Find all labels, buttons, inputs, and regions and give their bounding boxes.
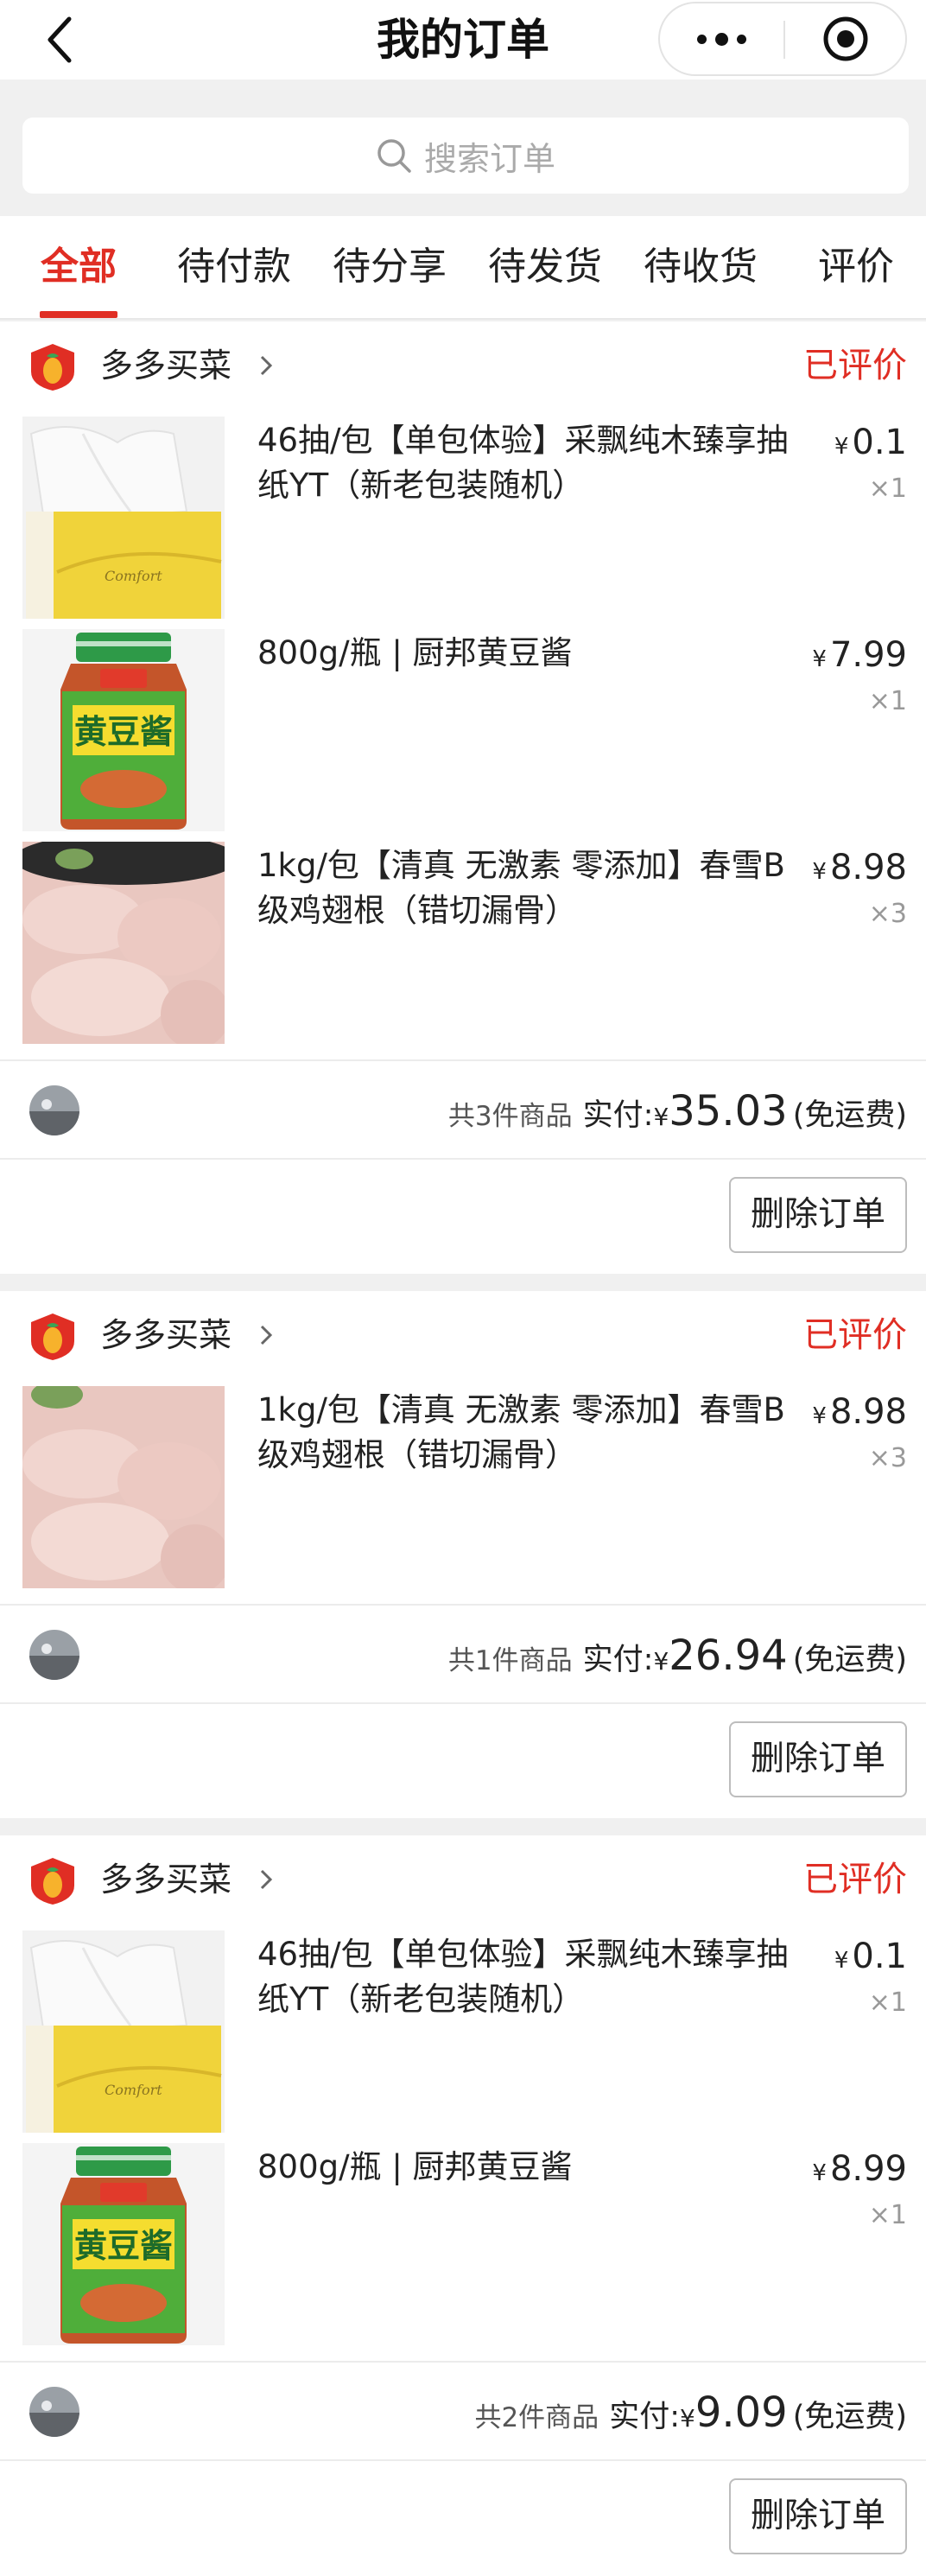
order-item[interactable]: 黄豆酱 800g/瓶 | 厨邦黄豆酱 ¥8.99 ×1 <box>0 2143 926 2356</box>
shop-header[interactable]: 多多买菜 已评价 <box>0 321 926 408</box>
active-tab-indicator <box>40 311 117 318</box>
order-item[interactable]: 1kg/包【清真 无激素 零添加】春雪B级鸡翅根（错切漏骨） ¥8.98 ×3 <box>0 1386 926 1599</box>
order-item[interactable]: Comfort 46抽/包【单包体验】采飘纯木臻享抽纸YT（新老包装随机） ¥0… <box>0 417 926 629</box>
order-item[interactable]: 1kg/包【清真 无激素 零添加】春雪B级鸡翅根（错切漏骨） ¥8.98 ×3 <box>0 842 926 1054</box>
svg-text:黄豆酱: 黄豆酱 <box>74 2227 173 2265</box>
chicken-product-image <box>22 842 225 1044</box>
chevron-right-icon <box>260 1325 273 1345</box>
search-input[interactable]: 搜索订单 <box>22 118 909 194</box>
item-price: ¥8.99 <box>812 2149 907 2189</box>
item-quantity: ×3 <box>868 1443 907 1473</box>
close-target-icon <box>823 16 867 61</box>
svg-text:黄豆酱: 黄豆酱 <box>74 713 173 751</box>
item-title: 800g/瓶 | 厨邦黄豆酱 <box>257 2148 573 2185</box>
delete-order-button[interactable]: 删除订单 <box>729 2478 907 2554</box>
soy-paste-product-image: 黄豆酱 <box>22 629 225 831</box>
item-count: 共2件商品 <box>474 2402 599 2433</box>
order-actions: 删除订单 <box>0 2459 926 2575</box>
paid-label: 实付: <box>582 1098 654 1133</box>
shop-name: 多多买菜 <box>100 1316 232 1354</box>
order-summary: 共2件商品 实付:¥9.09 (免运费) <box>0 2361 926 2459</box>
item-title: 1kg/包【清真 无激素 零添加】春雪B级鸡翅根（错切漏骨） <box>257 847 785 929</box>
search-icon <box>377 139 411 173</box>
more-dots-icon <box>697 32 746 46</box>
tab-pending-receipt[interactable]: 待收货 <box>632 216 769 318</box>
item-quantity: ×3 <box>868 899 907 929</box>
tab-all[interactable]: 全部 <box>26 216 131 318</box>
search-area: 搜索订单 <box>0 80 926 216</box>
item-price: ¥8.98 <box>812 848 907 887</box>
avatar <box>29 1630 79 1680</box>
item-count: 共1件商品 <box>447 1645 573 1676</box>
currency-symbol: ¥ <box>679 2404 695 2433</box>
order-item[interactable]: Comfort 46抽/包【单包体验】采飘纯木臻享抽纸YT（新老包装随机） ¥0… <box>0 1930 926 2143</box>
shop-logo-icon <box>31 344 74 391</box>
shop-header[interactable]: 多多买菜 已评价 <box>0 1835 926 1922</box>
shop-header[interactable]: 多多买菜 已评价 <box>0 1291 926 1377</box>
item-title: 1kg/包【清真 无激素 零添加】春雪B级鸡翅根（错切漏骨） <box>257 1391 785 1473</box>
tab-review[interactable]: 评价 <box>803 216 909 318</box>
tissue-product-image: Comfort <box>22 417 225 619</box>
item-title: 800g/瓶 | 厨邦黄豆酱 <box>257 634 573 671</box>
order-tabs: 全部 待付款 待分享 待发货 待收货 评价 <box>0 216 926 320</box>
chicken-product-image <box>22 1386 225 1588</box>
item-title: 46抽/包【单包体验】采飘纯木臻享抽纸YT（新老包装随机） <box>257 422 789 504</box>
item-quantity: ×1 <box>868 2200 907 2230</box>
shipping-note: (免运费) <box>792 1098 907 1133</box>
shipping-note: (免运费) <box>792 2400 907 2434</box>
order-status: 已评价 <box>803 1860 907 1899</box>
chevron-right-icon <box>260 355 273 376</box>
order-status: 已评价 <box>803 1315 907 1355</box>
shop-name: 多多买菜 <box>100 347 232 385</box>
tissue-product-image: Comfort <box>22 1930 225 2133</box>
shop-logo-icon <box>31 1858 74 1905</box>
svg-text:Comfort: Comfort <box>105 2082 162 2098</box>
order-card: 多多买菜 已评价 Comfort 46抽/包【单包体验】采飘纯木臻享抽纸YT（新… <box>0 321 926 1274</box>
order-status: 已评价 <box>803 346 907 385</box>
order-summary: 共1件商品 实付:¥26.94 (免运费) <box>0 1604 926 1702</box>
tab-pending-shipment[interactable]: 待发货 <box>477 216 613 318</box>
search-placeholder: 搜索订单 <box>423 139 555 178</box>
tab-pending-share[interactable]: 待分享 <box>321 216 458 318</box>
order-item[interactable]: 黄豆酱 800g/瓶 | 厨邦黄豆酱 ¥7.99 ×1 <box>0 629 926 842</box>
paid-amount: 9.09 <box>694 2388 788 2437</box>
currency-symbol: ¥ <box>653 1647 669 1676</box>
nav-bar: 我的订单 <box>0 0 926 80</box>
shipping-note: (免运费) <box>792 1643 907 1677</box>
avatar <box>29 2387 79 2437</box>
order-actions: 删除订单 <box>0 1158 926 1274</box>
soy-paste-product-image: 黄豆酱 <box>22 2143 225 2345</box>
item-price: ¥0.1 <box>834 1937 907 1976</box>
order-card: 多多买菜 已评价 Comfort 46抽/包【单包体验】采飘纯木臻享抽纸YT（新… <box>0 1835 926 2576</box>
item-count: 共3件商品 <box>447 1101 573 1132</box>
paid-label: 实付: <box>609 2400 680 2434</box>
close-button[interactable] <box>785 3 905 74</box>
item-quantity: ×1 <box>868 474 907 504</box>
avatar <box>29 1085 79 1135</box>
order-summary: 共3件商品 实付:¥35.03 (免运费) <box>0 1059 926 1158</box>
svg-text:Comfort: Comfort <box>105 568 162 584</box>
order-card: 多多买菜 已评价 1kg/包【清真 无激素 零添加】春雪B级鸡翅根（错切漏骨） … <box>0 1291 926 1818</box>
item-title: 46抽/包【单包体验】采飘纯木臻享抽纸YT（新老包装随机） <box>257 1936 789 2018</box>
paid-label: 实付: <box>582 1643 654 1677</box>
shop-name: 多多买菜 <box>100 1860 232 1899</box>
shop-logo-icon <box>31 1313 74 1360</box>
paid-amount: 35.03 <box>669 1087 788 1135</box>
more-button[interactable] <box>660 3 783 74</box>
delete-order-button[interactable]: 删除订单 <box>729 1177 907 1253</box>
mini-program-capsule <box>658 2 907 76</box>
item-quantity: ×1 <box>868 686 907 716</box>
tab-pending-payment[interactable]: 待付款 <box>166 216 302 318</box>
item-price: ¥8.98 <box>812 1392 907 1432</box>
item-price: ¥7.99 <box>812 635 907 675</box>
delete-order-button[interactable]: 删除订单 <box>729 1721 907 1797</box>
item-price: ¥0.1 <box>834 423 907 462</box>
item-quantity: ×1 <box>868 1988 907 2018</box>
order-actions: 删除订单 <box>0 1702 926 1818</box>
paid-amount: 26.94 <box>669 1631 788 1680</box>
currency-symbol: ¥ <box>653 1103 669 1131</box>
chevron-right-icon <box>260 1869 273 1890</box>
